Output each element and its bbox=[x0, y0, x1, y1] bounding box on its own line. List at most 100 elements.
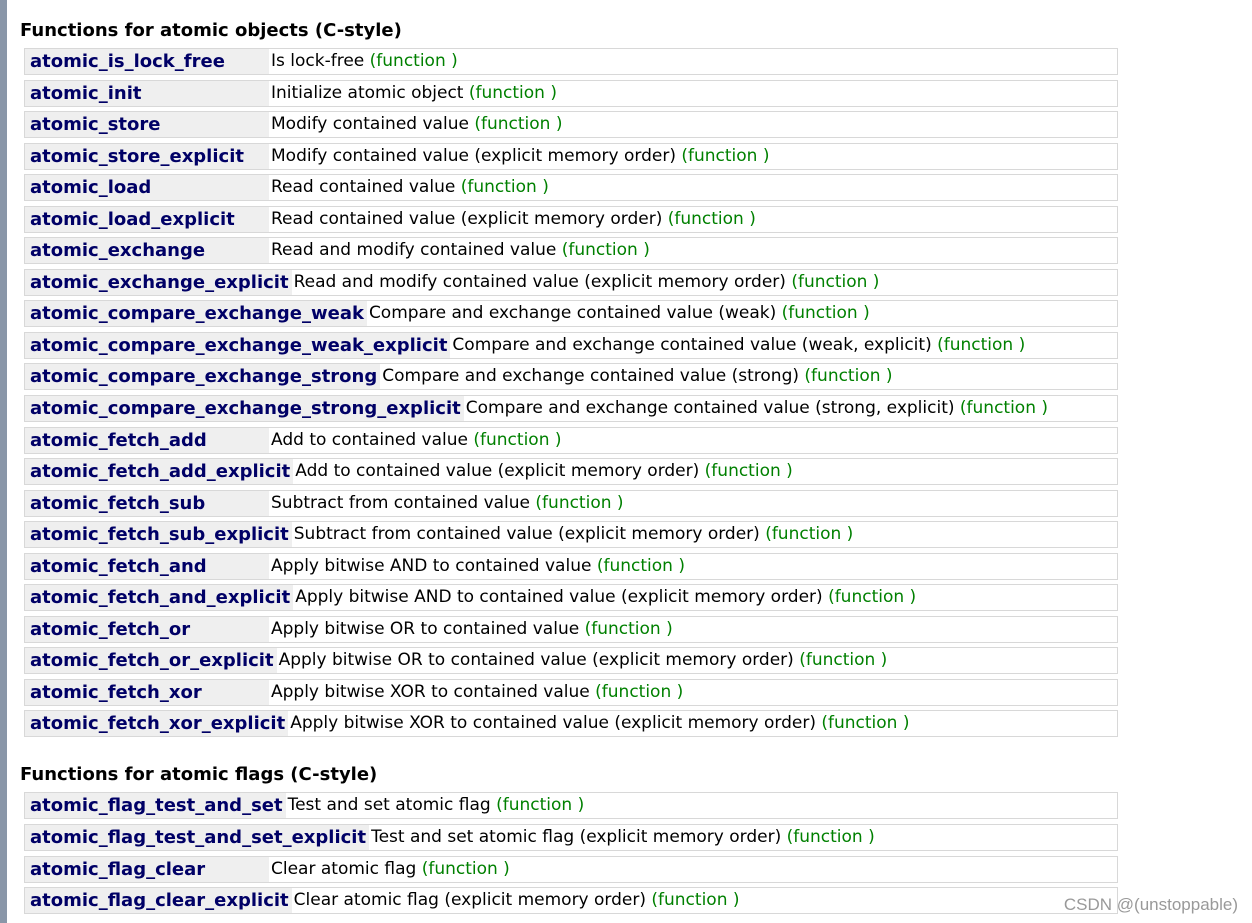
function-name-link[interactable]: atomic_compare_exchange_weak_explicit bbox=[25, 332, 451, 358]
function-name-link[interactable]: atomic_compare_exchange_weak bbox=[25, 301, 367, 327]
table-row: atomic_compare_exchange_strong Compare an… bbox=[24, 363, 1118, 391]
table-row: atomic_is_lock_free Is lock-free (functio… bbox=[24, 48, 1118, 75]
table-row: atomic_fetch_or Apply bitwise OR to conta… bbox=[24, 615, 1118, 643]
table-row: atomic_exchange_explicit Read and modify … bbox=[24, 268, 1118, 296]
table-row: atomic_flag_clear_explicit Clear atomic f… bbox=[24, 887, 1118, 915]
function-name-link[interactable]: atomic_fetch_and bbox=[25, 553, 269, 579]
function-name-link[interactable]: atomic_init bbox=[25, 80, 269, 106]
table-row: atomic_compare_exchange_weak_explicit Com… bbox=[24, 331, 1118, 359]
description-text: Add to contained value (explicit memory … bbox=[295, 461, 700, 482]
table-row: atomic_compare_exchange_weak Compare and … bbox=[24, 300, 1118, 328]
function-name-link[interactable]: atomic_store_explicit bbox=[25, 143, 269, 169]
function-description: Add to contained value (function ) bbox=[269, 428, 562, 453]
description-text: Read and modify contained value (explici… bbox=[293, 271, 786, 292]
function-name-link[interactable]: atomic_fetch_or_explicit bbox=[25, 648, 277, 674]
table-row: atomic_fetch_sub Subtract from contained … bbox=[24, 489, 1118, 517]
function-description: Apply bitwise AND to contained value (fu… bbox=[269, 554, 685, 579]
function-type-tag: (function ) bbox=[681, 145, 770, 166]
function-type-tag: (function ) bbox=[561, 240, 650, 261]
sections-container: Functions for atomic objects (C-style) at… bbox=[20, 18, 1120, 915]
table-row: atomic_flag_clear Clear atomic flag (func… bbox=[24, 855, 1118, 883]
function-name-link[interactable]: atomic_exchange bbox=[25, 238, 269, 264]
function-name-link[interactable]: atomic_exchange_explicit bbox=[25, 269, 292, 295]
function-name-link[interactable]: atomic_compare_exchange_strong_explicit bbox=[25, 396, 464, 422]
function-type-tag: (function ) bbox=[791, 271, 880, 292]
function-name-link[interactable]: atomic_flag_test_and_set bbox=[25, 793, 286, 819]
function-type-tag: (function ) bbox=[821, 713, 910, 734]
description-text: Test and set atomic flag (explicit memor… bbox=[371, 827, 782, 848]
function-type-tag: (function ) bbox=[959, 398, 1049, 419]
function-type-tag: (function ) bbox=[584, 618, 673, 639]
function-type-tag: (function ) bbox=[473, 429, 562, 450]
description-text: Modify contained value bbox=[271, 114, 469, 135]
function-description: Apply bitwise OR to contained value (fun… bbox=[269, 617, 673, 642]
function-type-tag: (function ) bbox=[460, 177, 549, 198]
description-text: Read contained value bbox=[271, 177, 456, 198]
description-text: Clear atomic flag bbox=[271, 858, 417, 879]
table-row: atomic_fetch_add Add to contained value (… bbox=[24, 426, 1118, 454]
function-type-tag: (function ) bbox=[786, 827, 875, 848]
function-name-link[interactable]: atomic_store bbox=[25, 112, 269, 138]
function-description: Is lock-free (function ) bbox=[269, 49, 458, 74]
table-row: atomic_compare_exchange_strong_explicit C… bbox=[24, 395, 1118, 423]
function-name-link[interactable]: atomic_load bbox=[25, 175, 269, 201]
section-title: Functions for atomic flags (C-style) bbox=[20, 764, 378, 786]
description-text: Read contained value (explicit memory or… bbox=[271, 208, 663, 229]
function-type-tag: (function ) bbox=[369, 51, 458, 71]
function-name-link[interactable]: atomic_fetch_xor bbox=[25, 679, 269, 705]
function-name-link[interactable]: atomic_fetch_or bbox=[25, 616, 269, 642]
function-type-tag: (function ) bbox=[937, 334, 1026, 355]
description-text: Clear atomic flag (explicit memory order… bbox=[293, 890, 646, 911]
description-text: Read and modify contained value bbox=[271, 240, 557, 261]
table-row: atomic_load Read contained value (functio… bbox=[24, 174, 1118, 202]
table-row: atomic_store_explicit Modify contained va… bbox=[24, 142, 1118, 170]
function-name-link[interactable]: atomic_fetch_add bbox=[25, 427, 269, 453]
function-name-link[interactable]: atomic_fetch_and_explicit bbox=[25, 585, 294, 611]
function-name-link[interactable]: atomic_is_lock_free bbox=[25, 49, 269, 74]
function-description: Apply bitwise AND to contained value (ex… bbox=[293, 585, 916, 610]
function-name-link[interactable]: atomic_flag_clear_explicit bbox=[25, 888, 292, 914]
function-name-link[interactable]: atomic_flag_clear bbox=[25, 856, 269, 882]
description-text: Apply bitwise OR to contained value (exp… bbox=[278, 650, 794, 671]
function-type-tag: (function ) bbox=[421, 858, 510, 879]
function-description: Read and modify contained value (explici… bbox=[292, 270, 880, 295]
function-description: Read and modify contained value (functio… bbox=[269, 238, 650, 263]
description-text: Compare and exchange contained value (st… bbox=[382, 366, 800, 387]
function-description: Subtract from contained value (explicit … bbox=[292, 522, 854, 547]
description-text: Apply bitwise XOR to contained value (ex… bbox=[290, 713, 816, 734]
function-table: atomic_flag_test_and_set Test and set ato… bbox=[24, 792, 1118, 915]
watermark: CSDN @(unstoppable) bbox=[1063, 895, 1238, 914]
description-text: Test and set atomic flag bbox=[287, 795, 491, 816]
description-text: Apply bitwise OR to contained value bbox=[271, 618, 580, 639]
description-text: Subtract from contained value bbox=[271, 492, 531, 513]
function-name-link[interactable]: atomic_load_explicit bbox=[25, 206, 269, 232]
function-description: Compare and exchange contained value (st… bbox=[464, 396, 1048, 421]
table-row: atomic_flag_test_and_set Test and set ato… bbox=[24, 792, 1118, 820]
description-text: Add to contained value bbox=[271, 429, 468, 450]
function-name-link[interactable]: atomic_fetch_sub bbox=[25, 490, 269, 516]
reference-content: Functions for atomic objects (C-style) at… bbox=[20, 18, 1120, 919]
function-type-tag: (function ) bbox=[804, 366, 893, 387]
table-row: atomic_fetch_xor_explicit Apply bitwise X… bbox=[24, 710, 1118, 738]
function-type-tag: (function ) bbox=[596, 555, 685, 576]
table-row: atomic_fetch_add_explicit Add to containe… bbox=[24, 458, 1118, 486]
function-type-tag: (function ) bbox=[828, 587, 917, 608]
function-description: Read contained value (explicit memory or… bbox=[269, 207, 756, 232]
function-description: Test and set atomic flag (explicit memor… bbox=[369, 825, 875, 850]
function-name-link[interactable]: atomic_compare_exchange_strong bbox=[25, 364, 381, 390]
function-name-link[interactable]: atomic_flag_test_and_set_explicit bbox=[25, 825, 370, 851]
function-type-tag: (function ) bbox=[765, 524, 854, 545]
function-type-tag: (function ) bbox=[651, 890, 740, 911]
description-text: Subtract from contained value (explicit … bbox=[293, 524, 760, 545]
table-row: atomic_exchange Read and modify contained… bbox=[24, 237, 1118, 265]
description-text: Initialize atomic object bbox=[271, 82, 464, 103]
section-title: Functions for atomic objects (C-style) bbox=[20, 20, 402, 41]
function-type-tag: (function ) bbox=[667, 208, 756, 229]
description-text: Compare and exchange contained value (we… bbox=[452, 334, 932, 355]
function-name-link[interactable]: atomic_fetch_add_explicit bbox=[25, 459, 294, 485]
function-name-link[interactable]: atomic_fetch_sub_explicit bbox=[25, 522, 292, 548]
table-row: atomic_fetch_and_explicit Apply bitwise A… bbox=[24, 584, 1118, 612]
description-text: Compare and exchange contained value (we… bbox=[368, 303, 777, 324]
description-text: Compare and exchange contained value (st… bbox=[465, 398, 955, 419]
function-name-link[interactable]: atomic_fetch_xor_explicit bbox=[25, 711, 289, 737]
